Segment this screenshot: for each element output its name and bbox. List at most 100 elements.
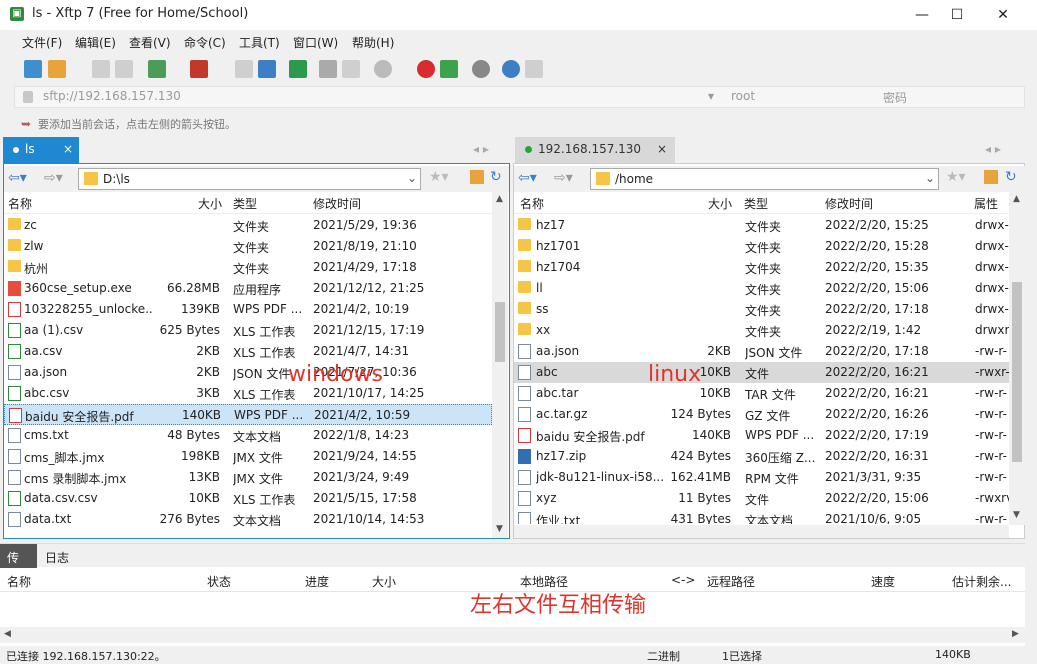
scroll-up-icon[interactable]: ▲: [496, 194, 503, 204]
media-icon[interactable]: [190, 60, 208, 78]
col-size[interactable]: 大小: [198, 195, 222, 212]
print-icon[interactable]: [319, 60, 337, 78]
table-row[interactable]: hz1701 文件夹 2022/2/20, 15:28 drwx-: [514, 236, 1009, 257]
table-row[interactable]: cms 录制脚本.jmx 13KB JMX 文件 2021/3/24, 9:49: [4, 467, 492, 488]
transfer-hscrollbar[interactable]: ◀ ▶: [0, 627, 1025, 643]
table-row[interactable]: jdk-8u121-linux-i58... 162.41MB RPM 文件 2021…: [514, 467, 1009, 488]
transfer-col-name[interactable]: 名称: [7, 573, 31, 590]
chat-icon[interactable]: [525, 60, 543, 78]
local-scroll-thumb[interactable]: [495, 302, 505, 362]
arrow-hint-icon[interactable]: ➥: [21, 117, 31, 131]
table-row[interactable]: zc 文件夹 2021/5/29, 19:36: [4, 215, 492, 236]
remote-col-attr[interactable]: 属性: [974, 195, 998, 212]
table-row[interactable]: xyz 11 Bytes 文件 2022/2/20, 15:06 -rwxrv: [514, 488, 1009, 509]
table-row[interactable]: cms.txt 48 Bytes 文本文档 2022/1/8, 14:23: [4, 425, 492, 446]
table-row[interactable]: aa.json 2KB JSON 文件 2022/2/20, 17:18 -rw-r-: [514, 341, 1009, 362]
tab-scroll-icon[interactable]: ◂ ▸: [473, 142, 489, 156]
tab-remote-close-icon[interactable]: ×: [657, 142, 667, 156]
table-row[interactable]: data.txt 276 Bytes 文本文档 2021/10/14, 14:53: [4, 509, 492, 530]
menu-help[interactable]: 帮助(H): [352, 34, 394, 51]
table-row[interactable]: ll 文件夹 2022/2/20, 15:06 drwx-: [514, 278, 1009, 299]
new-window-icon[interactable]: [148, 60, 166, 78]
col-modified[interactable]: 修改时间: [313, 195, 361, 212]
menu-file[interactable]: 文件(F): [22, 34, 62, 51]
table-row[interactable]: 360cse_setup.exe 66.28MB 应用程序 2021/12/12, 2…: [4, 278, 492, 299]
copy-icon[interactable]: [235, 60, 253, 78]
remote-col-name[interactable]: 名称: [520, 195, 544, 212]
col-name[interactable]: 名称: [8, 195, 32, 212]
sync-icon[interactable]: [289, 60, 307, 78]
local-scrollbar[interactable]: ▲ ▼: [492, 192, 508, 538]
new-session-icon[interactable]: [24, 60, 42, 78]
stop-icon[interactable]: [374, 60, 392, 78]
host-dropdown-icon[interactable]: ▾: [708, 89, 714, 103]
xftp-icon[interactable]: [440, 60, 458, 78]
bookmark-star-icon[interactable]: ★▾: [429, 169, 449, 185]
table-row[interactable]: baidu 安全报告.pdf 140KB WPS PDF ... 2021/4/2, …: [4, 404, 492, 425]
remote-scroll-thumb[interactable]: [1012, 282, 1022, 462]
transfer-col-progress[interactable]: 进度: [305, 573, 329, 590]
table-row[interactable]: zlw 文件夹 2021/8/19, 21:10: [4, 236, 492, 257]
tab-remote[interactable]: 192.168.157.130 ×: [515, 137, 675, 163]
table-row[interactable]: baidu 安全报告.pdf 140KB WPS PDF ... 2022/2/20,…: [514, 425, 1009, 446]
menu-view[interactable]: 查看(V): [129, 34, 171, 51]
open-folder-icon[interactable]: [48, 60, 66, 78]
transfer-col-size[interactable]: 大小: [372, 573, 396, 590]
forward-arrow-icon[interactable]: ⇨▾: [44, 170, 63, 186]
menu-tools[interactable]: 工具(T): [239, 34, 280, 51]
host-input[interactable]: sftp://192.168.157.130: [43, 89, 181, 103]
home-icon[interactable]: [470, 170, 484, 184]
remote-bookmark-icon[interactable]: ★▾: [946, 169, 966, 185]
remote-tab-scroll-icon[interactable]: ◂ ▸: [985, 142, 1001, 156]
table-row[interactable]: hz1704 文件夹 2022/2/20, 15:35 drwx-: [514, 257, 1009, 278]
disconnect-icon[interactable]: [115, 60, 133, 78]
remote-col-size[interactable]: 大小: [708, 195, 732, 212]
table-row[interactable]: data.csv.csv 10KB XLS 工作表 2021/5/15, 17:58: [4, 488, 492, 509]
menu-window[interactable]: 窗口(W): [293, 34, 338, 51]
table-row[interactable]: abc.csv 3KB XLS 工作表 2021/10/17, 14:25: [4, 383, 492, 404]
menu-edit[interactable]: 编辑(E): [75, 34, 116, 51]
maximize-button[interactable]: ☐: [934, 0, 980, 30]
tab-local[interactable]: ls ×: [3, 137, 79, 163]
scroll-down-icon[interactable]: ▼: [496, 524, 503, 534]
table-row[interactable]: aa (1).csv 625 Bytes XLS 工作表 2021/12/15, 17…: [4, 320, 492, 341]
transfer-col-status[interactable]: 状态: [207, 573, 231, 590]
tab-transfer[interactable]: 传输: [0, 544, 37, 582]
menu-command[interactable]: 命令(C): [184, 34, 226, 51]
transfer-scroll-left-icon[interactable]: ◀: [4, 629, 11, 639]
remote-back-icon[interactable]: ⇦▾: [518, 170, 537, 186]
transfer-col-direction[interactable]: <->: [671, 573, 695, 587]
paste-icon[interactable]: [342, 60, 360, 78]
remote-hscrollbar[interactable]: [514, 525, 1009, 538]
connect-icon[interactable]: [92, 60, 110, 78]
transfer-col-eta[interactable]: 估计剩余...: [952, 573, 1011, 590]
remote-scroll-up-icon[interactable]: ▲: [1013, 194, 1020, 204]
remote-scrollbar[interactable]: ▲ ▼: [1009, 192, 1025, 525]
table-row[interactable]: abc 10KB 文件 2022/2/20, 16:21 -rwxr-: [514, 362, 1009, 383]
table-row[interactable]: ss 文件夹 2022/2/20, 17:18 drwx-: [514, 299, 1009, 320]
help-icon[interactable]: [502, 60, 520, 78]
tab-close-icon[interactable]: ×: [63, 142, 73, 156]
remote-home-icon[interactable]: [984, 170, 998, 184]
table-row[interactable]: abc.tar 10KB TAR 文件 2022/2/20, 16:21 -rw-r-: [514, 383, 1009, 404]
tab-log[interactable]: 日志: [45, 549, 69, 566]
transfer-col-speed[interactable]: 速度: [871, 573, 895, 590]
xshell-icon[interactable]: [417, 60, 435, 78]
table-row[interactable]: 杭州 文件夹 2021/4/29, 17:18: [4, 257, 492, 278]
path-dropdown-icon[interactable]: ⌄: [407, 171, 417, 185]
remote-col-modified[interactable]: 修改时间: [825, 195, 873, 212]
table-row[interactable]: aa.json 2KB JSON 文件 2021/7/27, 10:36: [4, 362, 492, 383]
table-row[interactable]: hz17 文件夹 2022/2/20, 15:25 drwx-: [514, 215, 1009, 236]
table-row[interactable]: cms_脚本.jmx 198KB JMX 文件 2021/9/24, 14:55: [4, 446, 492, 467]
col-type[interactable]: 类型: [233, 195, 257, 212]
table-row[interactable]: 103228255_unlocke... 139KB WPS PDF ... 2021…: [4, 299, 492, 320]
remote-forward-icon[interactable]: ⇨▾: [554, 170, 573, 186]
remote-scroll-down-icon[interactable]: ▼: [1013, 510, 1020, 520]
table-row[interactable]: xx 文件夹 2022/2/19, 1:42 drwxr: [514, 320, 1009, 341]
remote-col-type[interactable]: 类型: [744, 195, 768, 212]
transfer-col-remote[interactable]: 远程路径: [707, 573, 755, 590]
table-row[interactable]: 作业.txt 431 Bytes 文本文档 2021/10/6, 9:05 -rw-r-: [514, 509, 1009, 524]
remote-refresh-icon[interactable]: ↻: [1005, 169, 1017, 185]
local-path-input[interactable]: D:\ls ⌄: [78, 168, 421, 190]
upload-icon[interactable]: [258, 60, 276, 78]
